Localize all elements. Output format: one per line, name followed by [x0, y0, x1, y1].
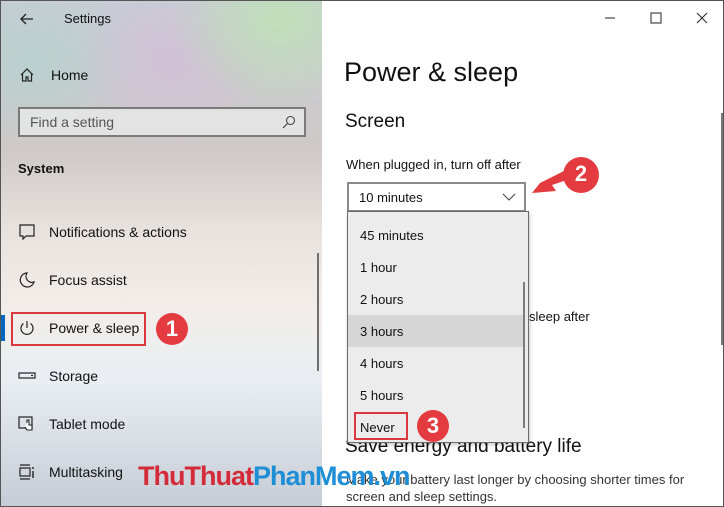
step2-badge: 2 — [574, 161, 588, 186]
multitasking-icon — [17, 462, 37, 482]
maximize-icon — [650, 12, 662, 24]
watermark-part1: ThuThuat — [138, 461, 254, 491]
sidebar-item-label: Tablet mode — [49, 416, 126, 432]
home-icon — [17, 65, 37, 85]
settings-window: Settings Home System Notifications & act… — [0, 0, 724, 507]
option-2-hours[interactable]: 2 hours — [348, 283, 524, 315]
option-1-hour[interactable]: 1 hour — [348, 251, 524, 283]
home-label: Home — [51, 67, 89, 83]
plugged-in-label: When plugged in, turn off after — [346, 157, 521, 172]
app-title: Settings — [64, 11, 111, 26]
watermark-part3: .vn — [373, 461, 411, 491]
sidebar-item-label: Notifications & actions — [49, 224, 187, 240]
sidebar-item-label: Storage — [49, 368, 99, 384]
title-bar: Settings — [1, 1, 322, 37]
main-scrollbar[interactable] — [721, 113, 723, 345]
page-title: Power & sleep — [344, 57, 519, 87]
chevron-down-icon — [502, 193, 516, 201]
back-button[interactable] — [15, 7, 39, 31]
option-4-hours[interactable]: 4 hours — [348, 347, 524, 379]
sidebar: Settings Home System Notifications & act… — [1, 1, 322, 506]
step3-highlight — [354, 412, 408, 440]
step3-badge: 3 — [417, 410, 449, 442]
sidebar-item-notifications[interactable]: Notifications & actions — [17, 218, 187, 246]
close-icon — [696, 12, 708, 24]
moon-icon — [17, 270, 37, 290]
step1-highlight — [11, 312, 146, 346]
back-arrow-icon — [20, 13, 33, 25]
minimize-icon — [605, 17, 615, 19]
sidebar-item-label: Focus assist — [49, 272, 127, 288]
window-controls — [587, 1, 723, 35]
search-icon[interactable] — [282, 115, 296, 129]
section-label-system: System — [18, 161, 65, 176]
sidebar-item-tablet-mode[interactable]: Tablet mode — [17, 410, 125, 438]
step1-badge: 1 — [156, 313, 188, 345]
sidebar-item-label: Multitasking — [49, 464, 123, 480]
search-box[interactable] — [18, 107, 306, 137]
sidebar-item-storage[interactable]: Storage — [17, 362, 98, 390]
active-indicator — [1, 315, 5, 341]
timeout-options-list[interactable]: 45 minutes 1 hour 2 hours 3 hours 4 hour… — [347, 211, 529, 443]
sleep-label: sleep after — [529, 309, 590, 324]
option-5-hours[interactable]: 5 hours — [348, 379, 524, 411]
watermark-part2: PhanMem — [252, 461, 375, 491]
search-input[interactable] — [30, 114, 270, 130]
dropdown-scrollbar[interactable] — [523, 282, 525, 428]
notifications-icon — [17, 222, 37, 242]
storage-icon — [17, 366, 37, 386]
sidebar-item-focus-assist[interactable]: Focus assist — [17, 266, 127, 294]
minimize-button[interactable] — [587, 1, 633, 35]
option-3-hours[interactable]: 3 hours — [348, 315, 524, 347]
screen-section-title: Screen — [345, 111, 406, 132]
sidebar-item-multitasking[interactable]: Multitasking — [17, 458, 123, 486]
tablet-mode-icon — [17, 414, 37, 434]
maximize-button[interactable] — [633, 1, 679, 35]
close-button[interactable] — [679, 1, 723, 35]
sidebar-scrollbar[interactable] — [317, 253, 319, 371]
screen-timeout-dropdown[interactable]: 10 minutes — [347, 182, 526, 212]
option-45-minutes[interactable]: 45 minutes — [348, 219, 524, 251]
watermark: ThuThuatPhanMem.vn — [138, 461, 411, 492]
sidebar-item-home[interactable]: Home — [17, 63, 88, 87]
screen-timeout-value: 10 minutes — [359, 189, 423, 205]
